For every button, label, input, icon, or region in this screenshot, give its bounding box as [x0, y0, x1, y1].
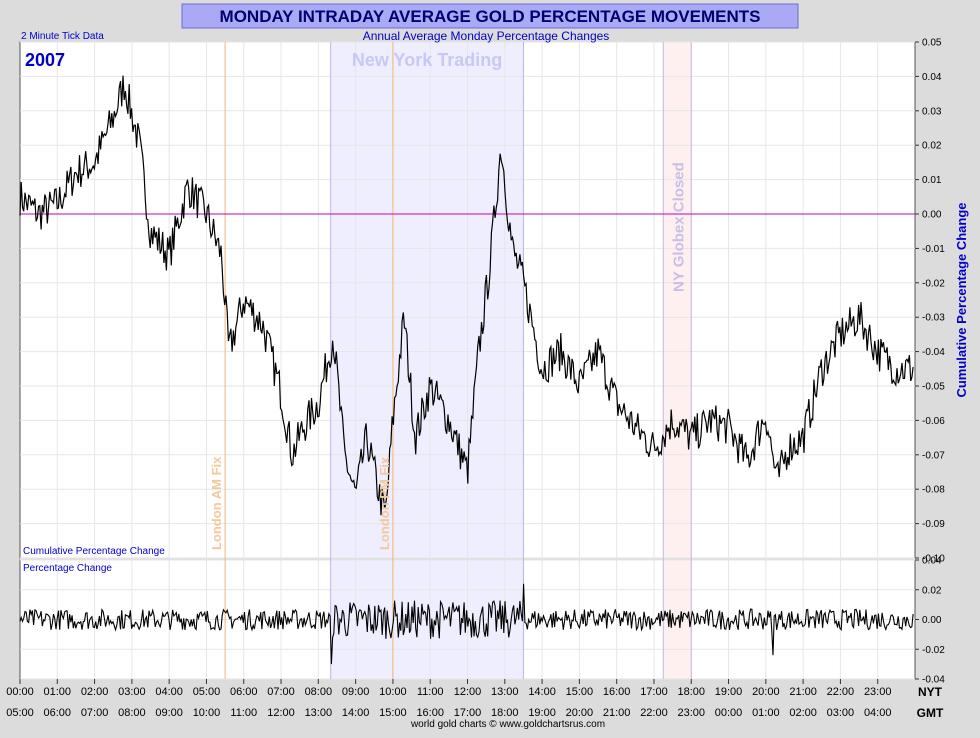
- x-ticks-nyt: 00:00 01:00 02:00 03:00 04:00 05:00 06:00 07:00…: [6, 679, 891, 698]
- x-tick-label-gmt: 22:00: [640, 707, 668, 719]
- x-tick-label-nyt: 13:00: [491, 686, 519, 698]
- y-tick-label: -0.03: [922, 313, 945, 324]
- x-tick-label-nyt: 22:00: [827, 686, 855, 698]
- x-tick-label-nyt: 23:00: [864, 686, 892, 698]
- x-tick-label-nyt: 10:00: [379, 686, 407, 698]
- x-tick-label-gmt: 12:00: [267, 707, 295, 719]
- globex-closed-shade-upper: [663, 42, 692, 558]
- ny-trading-label: New York Trading: [352, 50, 502, 70]
- y-tick-label: 0.00: [922, 615, 942, 626]
- london-am-fix-label: London AM Fix: [209, 456, 224, 550]
- ny-globex-closed-label: NY Globex Closed: [670, 162, 687, 292]
- x-tick-label-nyt: 01:00: [44, 686, 72, 698]
- year-label: 2007: [25, 50, 65, 70]
- y-tick-label: -0.02: [922, 278, 945, 289]
- x-tick-label-nyt: 06:00: [230, 686, 258, 698]
- x-tick-label-gmt: 14:00: [342, 707, 370, 719]
- y-tick-label: -0.06: [922, 416, 945, 427]
- x-tick-label-nyt: 11:00: [417, 686, 444, 698]
- london-pm-fix-label: London PM Fix: [377, 456, 392, 550]
- upper-y-ticks: 0.05 0.04 0.03 0.02 0.01 0.00 -0.01 -0.02 -0.03 -…: [915, 38, 945, 565]
- timezone-gmt: GMT: [917, 706, 944, 720]
- x-tick-label-gmt: 10:00: [193, 707, 221, 719]
- x-tick-label-nyt: 05:00: [193, 686, 221, 698]
- x-tick-label-gmt: 06:00: [44, 707, 72, 719]
- y-tick-label: 0.03: [922, 106, 942, 117]
- x-tick-label-gmt: 05:00: [6, 707, 34, 719]
- x-tick-label-gmt: 18:00: [491, 707, 519, 719]
- y-tick-label: 0.05: [922, 38, 942, 49]
- x-tick-label-gmt: 15:00: [379, 707, 407, 719]
- credit: world gold charts © www.goldchartsrus.co…: [410, 719, 605, 730]
- x-tick-label-gmt: 23:00: [677, 707, 705, 719]
- chart-frame: MONDAY INTRADAY AVERAGE GOLD PERCENTAGE …: [0, 0, 980, 733]
- x-tick-label-gmt: 04:00: [864, 707, 892, 719]
- x-tick-label-nyt: 07:00: [267, 686, 295, 698]
- ny-trading-shade-upper: [330, 42, 524, 558]
- x-tick-label-gmt: 17:00: [454, 707, 482, 719]
- y-tick-label: -0.02: [922, 645, 945, 656]
- x-tick-label-gmt: 08:00: [118, 707, 146, 719]
- x-tick-label-gmt: 02:00: [789, 707, 817, 719]
- y-tick-label: -0.01: [922, 244, 945, 255]
- x-tick-label-nyt: 12:00: [454, 686, 482, 698]
- x-tick-label-nyt: 04:00: [155, 686, 183, 698]
- y-tick-label: -0.09: [922, 519, 945, 530]
- y-tick-label: 0.02: [922, 585, 942, 596]
- y-tick-label: 0.01: [922, 175, 942, 186]
- y-tick-label: -0.04: [922, 675, 945, 686]
- lower-y-ticks: 0.04 0.02 0.00 -0.02 -0.04: [915, 556, 945, 686]
- x-tick-label-nyt: 08:00: [305, 686, 333, 698]
- x-tick-label-nyt: 16:00: [603, 686, 631, 698]
- x-tick-label-nyt: 02:00: [81, 686, 109, 698]
- x-tick-label-nyt: 20:00: [752, 686, 780, 698]
- y-tick-label: -0.07: [922, 450, 945, 461]
- x-tick-label-gmt: 11:00: [230, 707, 257, 719]
- upper-panel-label: Cumulative Percentage Change: [23, 546, 165, 557]
- x-tick-label-gmt: 01:00: [752, 707, 780, 719]
- x-tick-label-gmt: 20:00: [566, 707, 594, 719]
- y-tick-label: 0.04: [922, 72, 942, 83]
- x-tick-label-nyt: 09:00: [342, 686, 370, 698]
- x-tick-label-gmt: 13:00: [305, 707, 333, 719]
- x-tick-label-nyt: 15:00: [566, 686, 594, 698]
- right-axis-label: Cumulative Percentage Change: [954, 202, 969, 397]
- x-tick-label-gmt: 03:00: [827, 707, 855, 719]
- y-tick-label: -0.08: [922, 485, 945, 496]
- y-tick-label: 0.00: [922, 210, 942, 221]
- x-tick-label-gmt: 07:00: [81, 707, 109, 719]
- lower-panel-label: Percentage Change: [23, 563, 112, 574]
- y-tick-label: 0.02: [922, 141, 942, 152]
- x-tick-label-nyt: 21:00: [789, 686, 817, 698]
- x-tick-label-gmt: 00:00: [715, 707, 743, 719]
- x-tick-label-gmt: 21:00: [603, 707, 631, 719]
- x-tick-label-gmt: 09:00: [155, 707, 183, 719]
- x-tick-label-nyt: 14:00: [528, 686, 556, 698]
- x-ticks-gmt: 05:00 06:00 07:00 08:00 09:00 10:00 11:00 12:00…: [6, 707, 891, 719]
- x-tick-label-nyt: 19:00: [715, 686, 743, 698]
- x-tick-label-nyt: 00:00: [6, 686, 34, 698]
- tick-note: 2 Minute Tick Data: [21, 31, 104, 42]
- gold-intraday-chart: MONDAY INTRADAY AVERAGE GOLD PERCENTAGE …: [1, 1, 979, 730]
- chart-subtitle: Annual Average Monday Percentage Changes: [363, 29, 610, 43]
- x-tick-label-nyt: 18:00: [677, 686, 705, 698]
- y-tick-label: -0.05: [922, 382, 945, 393]
- y-tick-label: -0.04: [922, 347, 945, 358]
- x-tick-label-gmt: 16:00: [416, 707, 444, 719]
- x-tick-label-nyt: 03:00: [118, 686, 146, 698]
- y-tick-label: 0.04: [922, 556, 942, 567]
- timezone-nyt: NYT: [918, 685, 943, 699]
- x-tick-label-nyt: 17:00: [640, 686, 668, 698]
- x-tick-label-gmt: 19:00: [528, 707, 556, 719]
- chart-title: MONDAY INTRADAY AVERAGE GOLD PERCENTAGE …: [220, 7, 761, 26]
